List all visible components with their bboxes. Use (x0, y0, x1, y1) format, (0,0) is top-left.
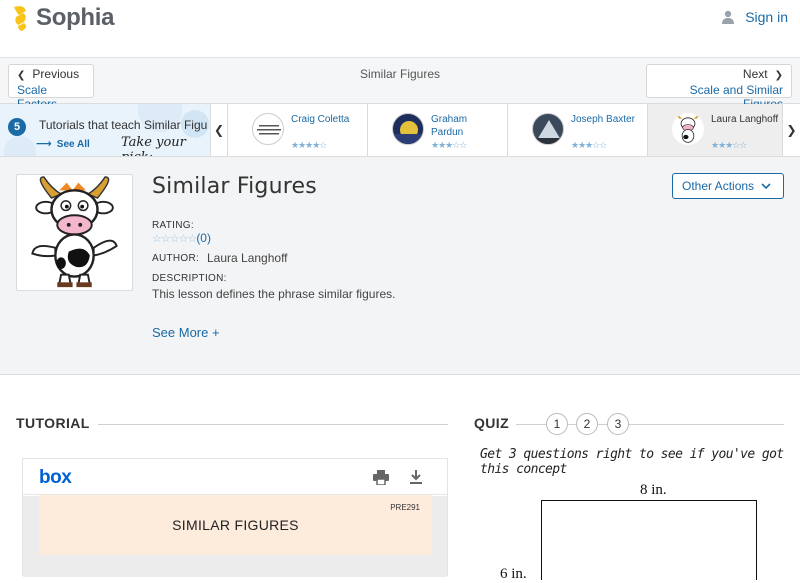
quiz-step-3[interactable]: 3 (607, 413, 629, 435)
figure-top-label: 8 in. (640, 482, 667, 498)
cow-illustration-icon (31, 176, 118, 288)
document-title: SIMILAR FIGURES (172, 517, 299, 533)
lesson-thumbnail (16, 174, 133, 291)
author-name: Laura Langhoff (207, 251, 288, 265)
lesson-info: Similar Figures Other Actions RATING: ☆☆… (0, 157, 800, 375)
lesson-nav-bar: ❮Previous Scale Factors Similar Figures … (0, 58, 800, 111)
author-label: AUTHOR: (152, 253, 200, 264)
tutorial-heading: TUTORIAL (16, 415, 90, 431)
other-actions-label: Other Actions (682, 179, 755, 193)
see-more-link[interactable]: See More + (152, 325, 220, 340)
cow-avatar-icon (677, 114, 699, 143)
sophia-logo-icon (14, 6, 27, 31)
description-text: This lesson defines the phrase similar f… (152, 287, 396, 301)
strip-next-arrow[interactable]: ❯ (782, 104, 800, 156)
viewer-toolbar: box (23, 459, 447, 495)
rating-stars: ★★★☆☆ (431, 140, 467, 150)
avatar (252, 113, 284, 145)
document-page: PRE291 SIMILAR FIGURES (39, 495, 432, 555)
tutorials-summary: 5 Tutorials that teach Similar Figu ⟶ See… (0, 104, 210, 156)
teacher-name: Craig Coletta (291, 114, 350, 125)
download-icon[interactable] (409, 470, 423, 485)
photo-avatar-icon (533, 120, 563, 144)
quiz-figure-rectangle (541, 500, 757, 580)
sophia-logo[interactable]: Sophia (10, 4, 115, 32)
teacher-card-craig[interactable]: Craig Coletta ★★★★☆ (228, 104, 368, 156)
site-header: Sophia Sign in (0, 0, 800, 58)
chevron-right-icon: ❯ (774, 70, 783, 81)
see-all-link[interactable]: ⟶ See All (36, 137, 90, 150)
tutorial-count-badge: 5 (8, 118, 26, 136)
sign-in-link[interactable]: Sign in (721, 9, 788, 25)
description-label: DESCRIPTION: (152, 273, 227, 284)
chevron-down-icon (761, 183, 771, 190)
rating-stars: ☆☆☆☆☆ (152, 233, 197, 245)
rating-stars: ★★★★☆ (291, 140, 327, 150)
rating-label: RATING: (152, 220, 194, 231)
print-icon[interactable] (373, 470, 389, 485)
avatar (532, 113, 564, 145)
document-viewer: box PRE291 SIMILAR FIGURES (22, 458, 448, 577)
text-avatar-icon (257, 125, 281, 135)
next-label: Next (742, 67, 768, 81)
sign-in-label: Sign in (745, 9, 788, 25)
box-logo: box (39, 467, 72, 488)
teacher-name: Laura Langhoff (711, 114, 779, 125)
quiz-step-2[interactable]: 2 (576, 413, 598, 435)
lesson-title: Similar Figures (152, 174, 317, 199)
quiz-step-1[interactable]: 1 (546, 413, 568, 435)
take-your-pick: Take your pick: (121, 135, 186, 156)
strip-prev-arrow[interactable]: ❮ (210, 104, 228, 156)
arrow-right-icon: ⟶ (36, 138, 52, 150)
brand-name: Sophia (36, 4, 115, 31)
quiz-instructions: Get 3 questions right to see if you've g… (480, 447, 784, 477)
figure-left-label: 6 in. (500, 566, 527, 582)
user-icon (722, 10, 735, 24)
tutorials-strip: 5 Tutorials that teach Similar Figu ⟶ See… (0, 104, 800, 157)
chevron-left-icon: ❮ (213, 123, 225, 137)
rating-count: (0) (196, 231, 211, 245)
teacher-name: Joseph Baxter (571, 114, 635, 125)
avatar (392, 113, 424, 145)
photo-avatar-icon (393, 121, 423, 144)
divider (98, 424, 448, 425)
teacher-card-graham[interactable]: Graham Pardun ★★★☆☆ (368, 104, 508, 156)
next-button[interactable]: Next❯ Scale and Similar Figures (646, 64, 792, 111)
teacher-card-joseph[interactable]: Joseph Baxter ★★★☆☆ (508, 104, 648, 156)
chevron-right-icon: ❯ (786, 123, 797, 137)
rating-stars: ★★★☆☆ (711, 140, 747, 150)
rating-value[interactable]: ☆☆☆☆☆(0) (152, 231, 211, 245)
quiz-heading: QUIZ (474, 415, 510, 431)
other-actions-button[interactable]: Other Actions (672, 173, 784, 199)
see-all-label: See All (56, 139, 90, 150)
teacher-card-laura[interactable]: Laura Langhoff ★★★☆☆ (648, 104, 788, 156)
document-code: PRE291 (390, 503, 420, 512)
rating-stars: ★★★☆☆ (571, 140, 607, 150)
avatar (672, 113, 704, 145)
tutorials-title: Tutorials that teach Similar Figu (39, 118, 208, 132)
teacher-name: Graham Pardun (431, 114, 468, 138)
